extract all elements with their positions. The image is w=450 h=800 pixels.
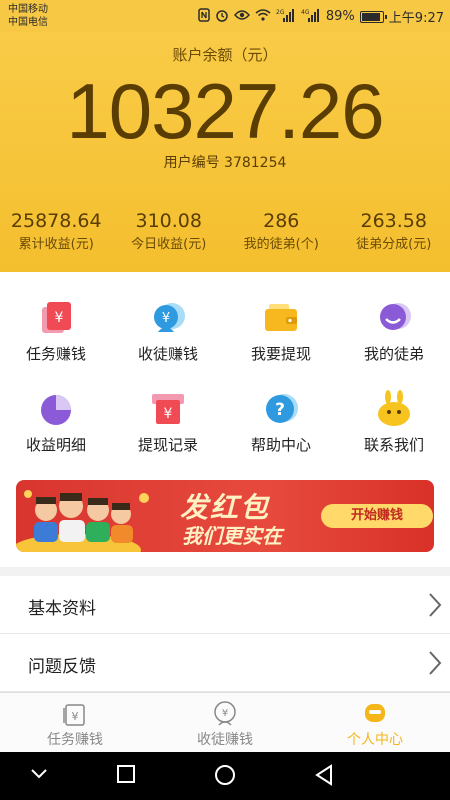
grid-item-apprentices[interactable]: 我的徒弟: [338, 298, 450, 364]
eye-icon: [233, 9, 250, 24]
start-earning-button[interactable]: 开始赚钱: [321, 504, 433, 528]
nav-back-icon[interactable]: [314, 764, 334, 786]
svg-text:¥: ¥: [222, 708, 228, 719]
stats-row: 25878.64 累计收益(元) 310.08 今日收益(元) 286 我的徒弟…: [0, 210, 450, 252]
task-money-tab-icon: ¥: [63, 704, 85, 726]
apprentice-icon: [380, 303, 411, 330]
user-id: 用户编号 3781254: [163, 155, 287, 171]
wifi-icon: [255, 9, 271, 24]
stat-label: 今日收益(元): [131, 237, 207, 252]
bottom-tab-bar: ¥ 任务赚钱 ¥ 收徒赚钱 个人中心: [0, 692, 450, 752]
battery-level: [361, 12, 380, 21]
grid-item-label: 任务赚钱: [25, 345, 86, 363]
tab-personal-center[interactable]: 个人中心: [300, 693, 450, 752]
recruit-money-icon: ¥: [154, 303, 185, 332]
grid-item-help[interactable]: ? 帮助中心: [225, 389, 337, 455]
battery-icon: [359, 10, 387, 23]
tab-label: 收徒赚钱: [197, 732, 253, 748]
balance-value: 10327.26: [66, 67, 384, 155]
banner-subtitle: 我们更实在: [182, 524, 282, 548]
signal-2-icon: 4G: [301, 8, 321, 25]
stat-label: 我的徒弟(个): [243, 237, 319, 252]
grid-item-label: 我要提现: [250, 345, 311, 363]
banner-people-illustration: [16, 490, 149, 552]
grid-item-recruit-money[interactable]: ¥ 收徒赚钱: [112, 298, 224, 364]
tab-label: 任务赚钱: [47, 732, 103, 748]
stat-apprentice-share[interactable]: 263.58 徒弟分成(元): [338, 210, 450, 252]
grid-item-label: 我的徒弟: [363, 345, 424, 363]
balance-label: 账户余额（元）: [172, 46, 278, 64]
chevron-right-icon: [429, 651, 442, 675]
nav-home-icon[interactable]: [214, 764, 236, 786]
carrier-info: 中国移动 中国电信: [8, 3, 48, 29]
stat-today-income[interactable]: 310.08 今日收益(元): [113, 210, 226, 252]
stat-label: 徒弟分成(元): [356, 237, 432, 252]
grid-item-label: 帮助中心: [250, 436, 311, 454]
menu-item-label: 问题反馈: [28, 657, 96, 677]
wallet-icon: [265, 304, 297, 331]
status-icons: 2G 4G 89% 上午9:27: [198, 7, 444, 26]
stat-value: 25878.64: [10, 210, 102, 232]
menu-item-basic-info[interactable]: 基本资料: [0, 576, 450, 634]
withdraw-record-icon: ¥: [152, 394, 184, 424]
personal-center-icon: [365, 704, 385, 722]
red-packet-banner[interactable]: 发红包 我们更实在 开始赚钱: [16, 480, 434, 552]
svg-text:¥: ¥: [72, 710, 79, 723]
system-nav-bar: [0, 752, 450, 800]
recruit-money-tab-icon: ¥: [214, 701, 236, 726]
menu-item-feedback[interactable]: 问题反馈: [0, 634, 450, 692]
signal-1-icon: 2G: [276, 8, 296, 25]
grid-item-label: 收益明细: [25, 436, 86, 454]
tab-task-money[interactable]: ¥ 任务赚钱: [0, 693, 150, 752]
svg-text:¥: ¥: [164, 406, 173, 422]
carrier-1: 中国移动: [8, 4, 48, 15]
battery-percent: 89%: [325, 9, 355, 24]
account-header: 账户余额（元） 10327.26 用户编号 3781254 25878.64 累…: [0, 32, 450, 272]
grid-item-contact[interactable]: 联系我们: [338, 389, 450, 455]
grid-item-withdraw[interactable]: 我要提现: [225, 298, 337, 364]
stat-value: 263.58: [360, 210, 427, 232]
status-bar: 中国移动 中国电信 2G 4G 89% 上午9:27: [0, 0, 450, 32]
stat-value: 310.08: [135, 210, 202, 232]
function-grid: ¥ 任务赚钱 ¥ 收徒赚钱 我要提现 我的徒弟 收益明细 ¥ 提现记录 ? 帮助…: [0, 272, 450, 567]
stat-label: 累计收益(元): [18, 237, 94, 252]
svg-text:?: ?: [275, 400, 285, 420]
contact-icon: [378, 390, 410, 426]
signal-1-tag: 2G: [276, 9, 285, 16]
grid-item-label: 收徒赚钱: [137, 345, 198, 363]
task-money-icon: ¥: [42, 302, 71, 333]
carrier-2: 中国电信: [8, 17, 48, 28]
help-icon: ?: [266, 394, 298, 423]
stat-total-income[interactable]: 25878.64 累计收益(元): [0, 210, 113, 252]
grid-item-income-detail[interactable]: 收益明细: [0, 389, 112, 455]
tab-recruit-money[interactable]: ¥ 收徒赚钱: [150, 693, 300, 752]
status-time: 上午9:27: [388, 11, 444, 26]
tab-label: 个人中心: [347, 732, 403, 748]
grid-item-label: 联系我们: [363, 436, 424, 454]
menu-item-label: 基本资料: [28, 599, 96, 619]
grid-item-label: 提现记录: [137, 436, 198, 454]
grid-item-task-money[interactable]: ¥ 任务赚钱: [0, 298, 112, 364]
stat-value: 286: [263, 210, 300, 232]
svg-text:¥: ¥: [162, 311, 170, 326]
grid-item-withdraw-record[interactable]: ¥ 提现记录: [112, 389, 224, 455]
nfc-icon: [198, 8, 210, 25]
nav-recents-icon[interactable]: [116, 764, 136, 784]
svg-text:¥: ¥: [55, 310, 64, 326]
stat-apprentices[interactable]: 286 我的徒弟(个): [225, 210, 338, 252]
settings-menu: 基本资料 问题反馈: [0, 576, 450, 692]
chevron-right-icon: [429, 593, 442, 617]
nav-collapse-icon[interactable]: [30, 768, 48, 780]
pie-chart-icon: [41, 395, 71, 425]
signal-2-tag: 4G: [301, 9, 310, 16]
alarm-icon: [215, 8, 229, 25]
